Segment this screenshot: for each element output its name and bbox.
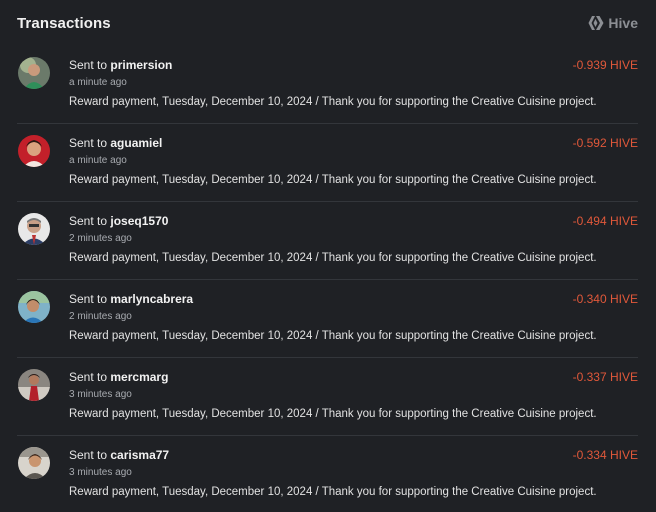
sent-to-label: Sent to bbox=[69, 58, 108, 72]
transaction-amount: -0.939 HIVE bbox=[572, 58, 638, 72]
sent-to-label: Sent to bbox=[69, 370, 108, 384]
sent-to-label: Sent to bbox=[69, 214, 108, 228]
transaction-time[interactable]: 2 minutes ago bbox=[69, 311, 132, 322]
transaction-amount: -0.340 HIVE bbox=[572, 292, 638, 306]
transaction-row[interactable]: Sent to aguamiel a minute ago Reward pay… bbox=[17, 124, 638, 202]
transaction-memo: Reward payment, Tuesday, December 10, 20… bbox=[69, 96, 597, 108]
transaction-time[interactable]: a minute ago bbox=[69, 155, 127, 166]
transaction-description: Sent to carisma77 bbox=[69, 448, 169, 462]
transaction-row[interactable]: Sent to marlyncabrera 2 minutes ago Rewa… bbox=[17, 280, 638, 358]
recipient-username[interactable]: joseq1570 bbox=[110, 214, 168, 228]
transaction-time[interactable]: 2 minutes ago bbox=[69, 233, 132, 244]
sent-to-label: Sent to bbox=[69, 292, 108, 306]
avatar[interactable] bbox=[18, 57, 50, 89]
transaction-time[interactable]: 3 minutes ago bbox=[69, 389, 132, 400]
avatar[interactable] bbox=[18, 213, 50, 245]
transaction-row[interactable]: Sent to mercmarg 3 minutes ago Reward pa… bbox=[17, 358, 638, 436]
transaction-description: Sent to marlyncabrera bbox=[69, 292, 193, 306]
avatar[interactable] bbox=[18, 291, 50, 323]
hive-logo-icon bbox=[588, 16, 604, 30]
transaction-time[interactable]: a minute ago bbox=[69, 77, 127, 88]
transaction-description: Sent to joseq1570 bbox=[69, 214, 168, 228]
hive-brand-label: Hive bbox=[608, 15, 638, 31]
transaction-description: Sent to mercmarg bbox=[69, 370, 168, 384]
transaction-memo: Reward payment, Tuesday, December 10, 20… bbox=[69, 486, 597, 498]
hive-brand[interactable]: Hive bbox=[588, 15, 638, 31]
panel-header: Transactions Hive bbox=[17, 0, 638, 46]
transaction-memo: Reward payment, Tuesday, December 10, 20… bbox=[69, 252, 597, 264]
transaction-row[interactable]: Sent to joseq1570 2 minutes ago Reward p… bbox=[17, 202, 638, 280]
transaction-amount: -0.337 HIVE bbox=[572, 370, 638, 384]
transaction-amount: -0.334 HIVE bbox=[572, 448, 638, 462]
recipient-username[interactable]: carisma77 bbox=[110, 448, 169, 462]
transaction-amount: -0.494 HIVE bbox=[572, 214, 638, 228]
transaction-description: Sent to primersion bbox=[69, 58, 172, 72]
transaction-memo: Reward payment, Tuesday, December 10, 20… bbox=[69, 174, 597, 186]
avatar[interactable] bbox=[18, 369, 50, 401]
sent-to-label: Sent to bbox=[69, 448, 108, 462]
recipient-username[interactable]: aguamiel bbox=[110, 136, 162, 150]
recipient-username[interactable]: primersion bbox=[110, 58, 172, 72]
avatar[interactable] bbox=[18, 135, 50, 167]
transaction-row[interactable]: Sent to carisma77 3 minutes ago Reward p… bbox=[17, 436, 638, 512]
avatar[interactable] bbox=[18, 447, 50, 479]
recipient-username[interactable]: marlyncabrera bbox=[110, 292, 193, 306]
transaction-memo: Reward payment, Tuesday, December 10, 20… bbox=[69, 330, 597, 342]
transaction-memo: Reward payment, Tuesday, December 10, 20… bbox=[69, 408, 597, 420]
recipient-username[interactable]: mercmarg bbox=[110, 370, 168, 384]
transaction-time[interactable]: 3 minutes ago bbox=[69, 467, 132, 478]
transaction-list: Sent to primersion a minute ago Reward p… bbox=[17, 46, 638, 512]
sent-to-label: Sent to bbox=[69, 136, 108, 150]
transaction-amount: -0.592 HIVE bbox=[572, 136, 638, 150]
panel-title: Transactions bbox=[17, 14, 111, 32]
transactions-panel: Transactions Hive Sent to primersion a m… bbox=[0, 0, 656, 512]
transaction-description: Sent to aguamiel bbox=[69, 136, 162, 150]
transaction-row[interactable]: Sent to primersion a minute ago Reward p… bbox=[17, 46, 638, 124]
